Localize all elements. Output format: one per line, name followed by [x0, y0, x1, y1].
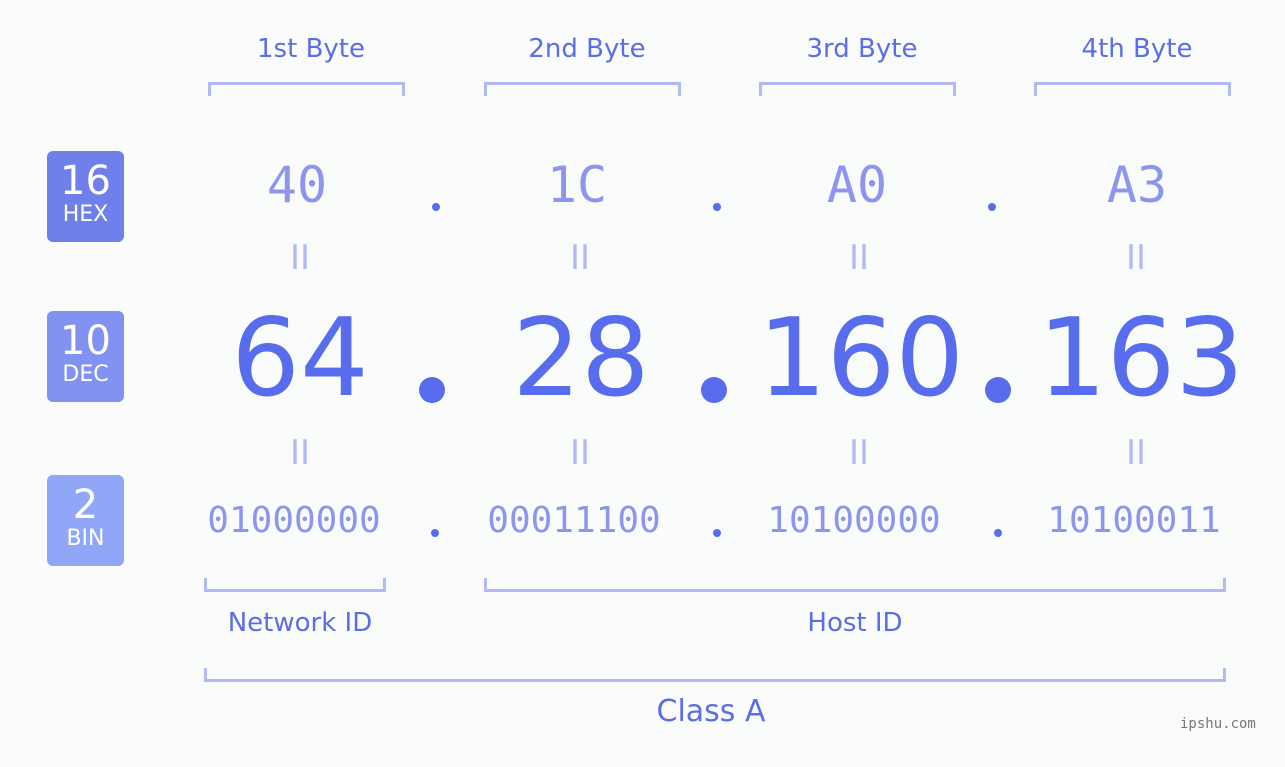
network-id-label: Network ID	[227, 608, 373, 638]
dec-base-number: 10	[60, 318, 111, 364]
byte-bracket-2	[484, 82, 681, 96]
equals-sign: II	[1125, 433, 1147, 473]
dec-base-name: DEC	[62, 362, 109, 387]
dec-badge: 10 DEC	[47, 311, 124, 402]
bin-value-1: 01000000	[207, 500, 381, 541]
dec-value-2: 28	[512, 296, 650, 421]
host-id-label: Host ID	[807, 608, 903, 638]
hex-base-number: 16	[60, 158, 111, 204]
equals-sign: II	[1125, 238, 1147, 278]
hex-separator-dot	[988, 203, 996, 211]
dec-separator-dot	[419, 377, 445, 403]
hex-separator-dot	[432, 203, 440, 211]
hex-value-1: 40	[266, 156, 328, 214]
bin-value-2: 00011100	[487, 500, 661, 541]
bin-base-name: BIN	[66, 526, 105, 551]
class-label: Class A	[656, 694, 766, 729]
hex-base-name: HEX	[62, 202, 109, 227]
bin-value-3: 10100000	[767, 500, 941, 541]
dec-value-3: 160	[757, 296, 965, 421]
bin-separator-dot	[431, 529, 439, 537]
hex-badge: 16 HEX	[47, 151, 124, 242]
equals-sign: II	[848, 238, 870, 278]
network-id-bracket	[204, 578, 386, 592]
host-id-bracket	[484, 578, 1226, 592]
bin-separator-dot	[713, 529, 721, 537]
byte-label-4: 4th Byte	[1081, 34, 1193, 64]
dec-separator-dot	[985, 377, 1011, 403]
dec-separator-dot	[701, 377, 727, 403]
byte-bracket-1	[208, 82, 405, 96]
equals-sign: II	[289, 238, 311, 278]
hex-separator-dot	[713, 203, 721, 211]
equals-sign: II	[569, 433, 591, 473]
class-bracket	[204, 668, 1226, 682]
byte-bracket-4	[1034, 82, 1231, 96]
hex-value-4: A3	[1106, 156, 1168, 214]
hex-value-3: A0	[826, 156, 888, 214]
byte-bracket-3	[759, 82, 956, 96]
byte-label-1: 1st Byte	[257, 34, 365, 64]
byte-label-2: 2nd Byte	[528, 34, 646, 64]
dec-value-1: 64	[231, 296, 369, 421]
equals-sign: II	[569, 238, 591, 278]
bin-badge: 2 BIN	[47, 475, 124, 566]
hex-value-2: 1C	[546, 156, 608, 214]
equals-sign: II	[848, 433, 870, 473]
equals-sign: II	[289, 433, 311, 473]
watermark: ipshu.com	[1180, 716, 1256, 732]
bin-value-4: 10100011	[1047, 500, 1221, 541]
bin-base-number: 2	[72, 482, 99, 528]
byte-label-3: 3rd Byte	[806, 34, 918, 64]
dec-value-4: 163	[1037, 296, 1245, 421]
bin-separator-dot	[994, 529, 1002, 537]
